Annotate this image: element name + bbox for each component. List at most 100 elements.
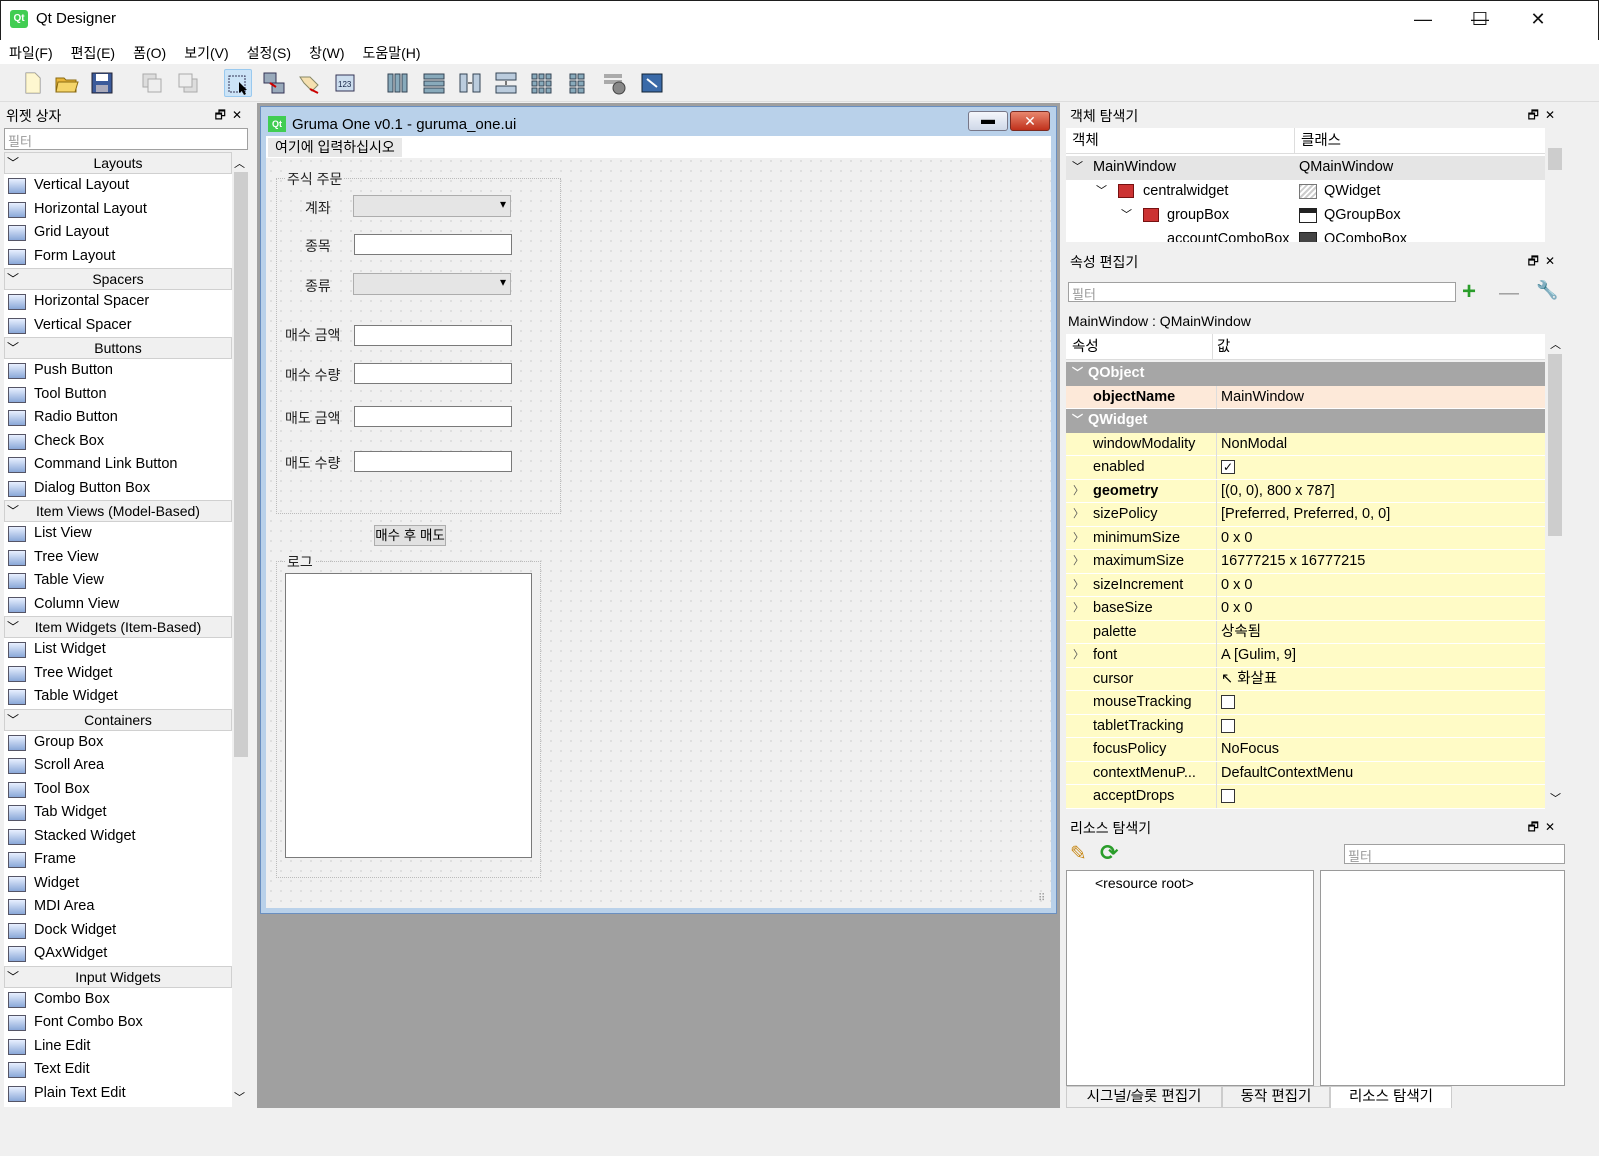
widget-category-1[interactable]: ﹀ Spacers (4, 268, 232, 290)
lay-out-vertically-icon[interactable] (420, 69, 448, 97)
tab-action-editor[interactable]: 동작 편집기 (1222, 1086, 1330, 1108)
dock-float-close-icons[interactable]: 🗗✕ (1528, 252, 1561, 273)
scroll-down-icon[interactable]: ﹀ (234, 1089, 245, 1105)
widget-item[interactable]: Dock Widget (4, 919, 232, 943)
property-filter-input[interactable]: 필터 (1068, 282, 1456, 302)
buy-then-sell-button[interactable]: 매수 후 매도 (374, 525, 446, 546)
menu-edit[interactable]: 편집(E) (62, 40, 124, 66)
property-row[interactable]: 〉 font A [Gulim, 9] (1066, 644, 1545, 668)
object-tree-scrollbar[interactable] (1546, 128, 1564, 242)
property-section[interactable]: ﹀ QWidget (1066, 409, 1545, 433)
widget-item[interactable]: Table View (4, 569, 232, 593)
property-row[interactable]: acceptDrops (1066, 785, 1545, 809)
property-value[interactable] (1216, 691, 1236, 714)
menu-settings[interactable]: 설정(S) (238, 40, 300, 66)
widget-category-2[interactable]: ﹀ Buttons (4, 337, 232, 359)
widget-item[interactable]: Horizontal Layout (4, 198, 232, 222)
widget-item[interactable]: Tool Box (4, 778, 232, 802)
property-row[interactable]: windowModality NonModal (1066, 432, 1545, 456)
size-grip-icon[interactable]: ⠿ (1038, 893, 1045, 904)
property-value[interactable]: MainWindow (1216, 385, 1304, 409)
widget-item[interactable]: Scroll Area (4, 754, 232, 778)
widget-item[interactable]: Form Layout (4, 245, 232, 269)
widget-item[interactable]: Text Edit (4, 1058, 232, 1082)
widget-item[interactable]: Tree Widget (4, 662, 232, 686)
property-row[interactable]: mouseTracking (1066, 691, 1545, 715)
widget-item[interactable]: Push Button (4, 359, 232, 383)
chevron-right-icon[interactable]: 〉 (1073, 597, 1084, 620)
property-value[interactable]: [Preferred, Preferred, 0, 0] (1216, 503, 1390, 526)
account-combo-box[interactable] (353, 195, 511, 217)
widget-item[interactable]: Frame (4, 848, 232, 872)
chevron-right-icon[interactable]: 〉 (1073, 574, 1084, 597)
widget-item[interactable]: Plain Text Edit (4, 1082, 232, 1106)
edit-signals-icon[interactable] (260, 69, 288, 97)
horizontal-splitter-icon[interactable] (456, 69, 484, 97)
widget-category-5[interactable]: ﹀ Containers (4, 708, 232, 731)
property-value[interactable]: 16777215 x 16777215 (1216, 550, 1365, 573)
property-row[interactable]: 〉 geometry [(0, 0), 800 x 787] (1066, 479, 1545, 503)
tab-resource-browser[interactable]: 리소스 탐색기 (1330, 1086, 1452, 1108)
widget-category-4[interactable]: ﹀ Item Widgets (Item-Based) (4, 616, 232, 638)
property-value[interactable]: 0 x 0 (1216, 597, 1252, 620)
tree-row-groupbox[interactable]: ﹀ groupBox QGroupBox (1066, 204, 1545, 228)
property-value[interactable]: 0 x 0 (1216, 526, 1252, 550)
buy-qty-line-edit[interactable] (354, 363, 512, 384)
dock-float-close-icons[interactable]: 🗗✕ (215, 106, 248, 127)
send-to-back-icon[interactable] (138, 69, 166, 97)
widget-item[interactable]: Tool Button (4, 383, 232, 407)
property-value[interactable]: ↖ 화살표 (1216, 667, 1277, 691)
property-row[interactable]: 〉 baseSize 0 x 0 (1066, 597, 1545, 621)
dock-float-close-icons[interactable]: 🗗✕ (1528, 818, 1561, 839)
widget-item[interactable]: Font Combo Box (4, 1011, 232, 1035)
form-menu-placeholder[interactable]: 여기에 입력하십시오 (268, 138, 402, 157)
log-text-edit[interactable] (285, 573, 532, 858)
form-minimize-button[interactable]: ▬ (968, 111, 1008, 131)
property-value[interactable]: [(0, 0), 800 x 787] (1216, 479, 1335, 503)
open-folder-icon[interactable] (52, 69, 80, 97)
property-value[interactable]: NonModal (1216, 432, 1287, 456)
widget-box-scroll-thumb[interactable] (234, 172, 248, 757)
add-dynamic-property-icon[interactable]: + (1462, 278, 1476, 306)
edit-tab-order-icon[interactable]: 123 (332, 69, 360, 97)
scroll-up-icon[interactable]: ︿ (234, 155, 245, 171)
menu-form[interactable]: 폼(O) (124, 40, 175, 66)
widget-item[interactable]: List View (4, 522, 232, 546)
property-row[interactable]: focusPolicy NoFocus (1066, 738, 1545, 762)
property-value[interactable]: 0 x 0 (1216, 573, 1252, 597)
dock-float-close-icons[interactable]: 🗗✕ (1528, 106, 1561, 127)
tree-row-mainwindow[interactable]: ﹀ MainWindow QMainWindow (1066, 156, 1545, 180)
close-button[interactable]: ✕ (1509, 0, 1567, 40)
tab-signal-slot-editor[interactable]: 시그널/슬롯 편집기 (1066, 1086, 1222, 1108)
property-value[interactable]: 상속됨 (1216, 620, 1261, 644)
scroll-down-icon[interactable]: ﹀ (1550, 790, 1561, 806)
vertical-splitter-icon[interactable] (492, 69, 520, 97)
save-icon[interactable] (88, 69, 116, 97)
property-row[interactable]: contextMenuP... DefaultContextMenu (1066, 761, 1545, 785)
widget-item[interactable]: Check Box (4, 430, 232, 454)
checkbox-unchecked-icon[interactable] (1221, 695, 1236, 710)
property-row[interactable]: 〉 maximumSize 16777215 x 16777215 (1066, 550, 1545, 574)
property-value[interactable] (1216, 714, 1236, 738)
break-layout-icon[interactable] (600, 69, 628, 97)
property-value[interactable]: A [Gulim, 9] (1216, 644, 1296, 667)
chevron-right-icon[interactable]: 〉 (1073, 503, 1084, 526)
property-row[interactable]: 〉 minimumSize 0 x 0 (1066, 526, 1545, 550)
widget-item[interactable]: QAxWidget (4, 942, 232, 966)
property-row[interactable]: 〉 sizePolicy [Preferred, Preferred, 0, 0] (1066, 503, 1545, 527)
widget-item[interactable]: Table Widget (4, 685, 232, 709)
widget-item[interactable]: List Widget (4, 638, 232, 662)
widget-item[interactable]: Dialog Button Box (4, 477, 232, 501)
stock-line-edit[interactable] (354, 234, 512, 255)
maximize-button[interactable]: ☐ (1451, 0, 1509, 40)
chevron-right-icon[interactable]: 〉 (1073, 644, 1084, 667)
checkbox-checked-icon[interactable]: ✓ (1221, 460, 1236, 475)
checkbox-unchecked-icon[interactable] (1221, 718, 1236, 733)
object-tree-scroll-thumb[interactable] (1548, 148, 1562, 170)
property-value[interactable]: DefaultContextMenu (1216, 761, 1353, 785)
chevron-right-icon[interactable]: 〉 (1073, 527, 1084, 550)
sell-qty-line-edit[interactable] (354, 451, 512, 472)
widget-item[interactable]: Widget (4, 872, 232, 896)
type-combo-box[interactable] (353, 273, 511, 295)
resource-filter-input[interactable]: 필터 (1344, 844, 1565, 864)
